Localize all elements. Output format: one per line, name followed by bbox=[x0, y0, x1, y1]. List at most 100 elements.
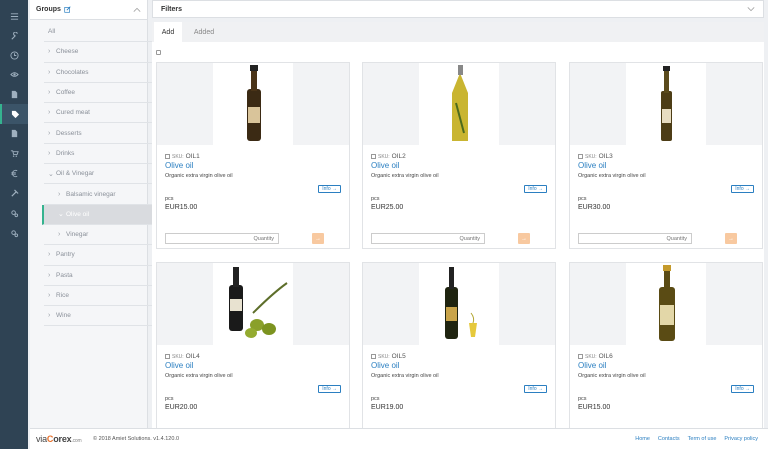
product-image-area[interactable] bbox=[363, 63, 555, 145]
product-image[interactable] bbox=[419, 263, 499, 345]
sku-value: OIL3 bbox=[598, 153, 613, 160]
group-item-label: Oil & Vinegar bbox=[56, 170, 95, 178]
select-product-checkbox[interactable] bbox=[578, 354, 583, 359]
edit-icon[interactable] bbox=[64, 6, 71, 13]
main-area: Filters Add Added SKU: OIL1 Olive oil Organ… bbox=[152, 0, 768, 449]
euro-icon[interactable] bbox=[0, 163, 28, 183]
cart-icon[interactable] bbox=[0, 143, 28, 163]
sku-value: OIL6 bbox=[598, 353, 613, 360]
product-unit: pcs bbox=[578, 396, 587, 402]
select-product-checkbox[interactable] bbox=[371, 354, 376, 359]
group-item-label: Balsamic vinegar bbox=[66, 190, 116, 198]
chevron-down-icon[interactable] bbox=[747, 6, 755, 12]
info-button[interactable]: Info → bbox=[524, 185, 547, 193]
eye-icon[interactable] bbox=[0, 64, 28, 84]
product-unit: pcs bbox=[578, 196, 587, 202]
quantity-input[interactable] bbox=[165, 233, 279, 244]
group-item-label: Wine bbox=[56, 312, 71, 320]
group-item-label: Pantry bbox=[56, 251, 75, 259]
product-description: Organic extra virgin olive oil bbox=[165, 373, 233, 379]
info-button[interactable]: Info → bbox=[731, 185, 754, 193]
product-image-area[interactable] bbox=[570, 63, 762, 145]
footer: viaCorex.com © 2018 Amiet Solutions. v1.… bbox=[30, 428, 768, 449]
product-name-link[interactable]: Olive oil bbox=[578, 361, 606, 370]
info-button[interactable]: Info → bbox=[318, 185, 341, 193]
groups-title: Groups bbox=[36, 6, 61, 13]
document-icon[interactable] bbox=[0, 84, 28, 104]
gears-icon[interactable] bbox=[0, 203, 28, 223]
select-product-checkbox[interactable] bbox=[371, 154, 376, 159]
chevron-right-icon: › bbox=[58, 190, 61, 198]
sku-value: OIL2 bbox=[391, 153, 406, 160]
product-card: SKU: OIL3 Olive oil Organic extra virgin ol… bbox=[569, 62, 763, 249]
group-item-label: Olive oil bbox=[66, 210, 90, 218]
product-unit: pcs bbox=[165, 396, 174, 402]
product-image-area[interactable] bbox=[363, 263, 555, 345]
product-image[interactable] bbox=[213, 63, 293, 145]
product-description: Organic extra virgin olive oil bbox=[165, 173, 233, 179]
add-to-cart-button[interactable]: → bbox=[725, 233, 737, 244]
quantity-input[interactable] bbox=[371, 233, 485, 244]
filters-bar[interactable]: Filters bbox=[152, 0, 764, 18]
product-name-link[interactable]: Olive oil bbox=[165, 361, 193, 370]
tab-add[interactable]: Add bbox=[154, 22, 182, 42]
info-button[interactable]: Info → bbox=[524, 385, 547, 393]
tab-added[interactable]: Added bbox=[188, 22, 220, 42]
tool-icon[interactable] bbox=[0, 183, 28, 203]
logo-via: via bbox=[36, 434, 47, 444]
file-icon[interactable] bbox=[0, 123, 28, 143]
product-image[interactable] bbox=[213, 263, 293, 345]
tabs: Add Added bbox=[152, 22, 764, 42]
sku-key: SKU: bbox=[172, 353, 184, 360]
product-image-area[interactable] bbox=[157, 63, 349, 145]
select-product-checkbox[interactable] bbox=[578, 154, 583, 159]
chevron-up-icon[interactable] bbox=[133, 7, 141, 13]
chevron-right-icon: › bbox=[48, 89, 51, 97]
product-image-area[interactable] bbox=[570, 263, 762, 345]
product-unit: pcs bbox=[371, 396, 380, 402]
footer-link-privacy[interactable]: Privacy policy bbox=[724, 436, 758, 442]
product-description: Organic extra virgin olive oil bbox=[578, 173, 646, 179]
quantity-input[interactable] bbox=[578, 233, 692, 244]
info-button[interactable]: Info → bbox=[318, 385, 341, 393]
tag-icon[interactable] bbox=[0, 104, 28, 124]
group-item-label: Vinegar bbox=[66, 231, 89, 239]
select-all-checkbox[interactable] bbox=[156, 50, 161, 55]
viacorex-logo[interactable]: viaCorex.com bbox=[36, 434, 82, 444]
footer-link-terms[interactable]: Term of use bbox=[688, 436, 717, 442]
product-image-area[interactable] bbox=[157, 263, 349, 345]
select-product-checkbox[interactable] bbox=[165, 154, 170, 159]
group-item-label: Coffee bbox=[56, 89, 76, 97]
group-item-label: All bbox=[48, 28, 56, 36]
chevron-down-icon: ⌄ bbox=[48, 170, 54, 178]
product-name-link[interactable]: Olive oil bbox=[165, 161, 193, 170]
settings-icon[interactable] bbox=[0, 223, 28, 243]
add-to-cart-button[interactable]: → bbox=[518, 233, 530, 244]
product-price: EUR19.00 bbox=[371, 404, 404, 411]
product-name-link[interactable]: Olive oil bbox=[371, 361, 399, 370]
sku-row: SKU: OIL4 bbox=[165, 353, 200, 360]
add-to-cart-button[interactable]: → bbox=[312, 233, 324, 244]
product-price: EUR15.00 bbox=[578, 404, 611, 411]
product-card: SKU: OIL1 Olive oil Organic extra virgin ol… bbox=[156, 62, 350, 249]
groups-panel: Groups All › Cheese › Chocolates › Coffee › Cure… bbox=[30, 0, 172, 428]
footer-links: Home Contacts Term of use Privacy policy bbox=[635, 436, 758, 442]
chevron-right-icon: › bbox=[48, 48, 51, 56]
group-item-label: Drinks bbox=[56, 149, 75, 157]
product-name-link[interactable]: Olive oil bbox=[371, 161, 399, 170]
product-image[interactable] bbox=[419, 63, 499, 145]
logo-orex: orex bbox=[53, 434, 72, 444]
product-name-link[interactable]: Olive oil bbox=[578, 161, 606, 170]
info-button[interactable]: Info → bbox=[731, 385, 754, 393]
sku-value: OIL5 bbox=[391, 353, 406, 360]
select-product-checkbox[interactable] bbox=[165, 354, 170, 359]
sku-key: SKU: bbox=[378, 353, 390, 360]
wrench-icon[interactable] bbox=[0, 26, 28, 46]
menu-icon[interactable] bbox=[0, 6, 28, 26]
product-image[interactable] bbox=[626, 263, 706, 345]
clock-icon[interactable] bbox=[0, 45, 28, 65]
product-image[interactable] bbox=[626, 63, 706, 145]
footer-link-contacts[interactable]: Contacts bbox=[658, 436, 680, 442]
sku-value: OIL4 bbox=[185, 353, 200, 360]
footer-link-home[interactable]: Home bbox=[635, 436, 650, 442]
